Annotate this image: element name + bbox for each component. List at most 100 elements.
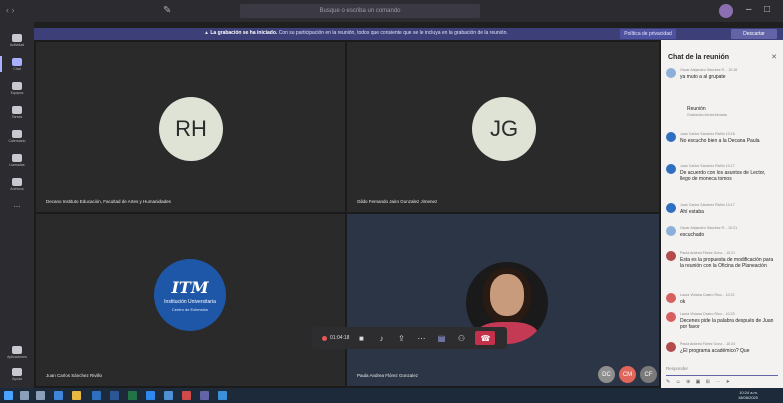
outlook-icon[interactable]	[146, 391, 155, 400]
more-actions-button[interactable]: ⋯	[413, 331, 429, 345]
video-face	[490, 274, 524, 316]
chat-title: Chat de la reunión	[668, 54, 730, 61]
avatar	[666, 164, 676, 174]
video-grid: RH Decano Instituto Educación, Facultad …	[34, 40, 661, 388]
apps-icon	[12, 345, 22, 354]
participant-tile[interactable]: JG Gildo Fernando Jairo Gonzalez Jimenez	[347, 42, 659, 212]
search-input[interactable]: Busque o escriba un comando	[240, 4, 480, 18]
participant-tile[interactable]: ITM Institución Universitaria Centro de …	[36, 214, 345, 386]
chat-compose-input[interactable]: Responder	[666, 366, 778, 376]
search-icon[interactable]	[20, 391, 29, 400]
word-icon[interactable]	[110, 391, 119, 400]
event-title: Reunión	[687, 106, 706, 112]
message-meta: Paula Andrea Flórez Gonz... 10:21	[680, 251, 736, 255]
rail-item-teams[interactable]: Equipos	[0, 76, 34, 100]
windows-start-icon[interactable]	[4, 391, 13, 400]
teams-icon	[12, 81, 22, 90]
rail-item-calendar[interactable]: Calendario	[0, 124, 34, 148]
participant-initials: RH	[159, 97, 223, 161]
minimize-icon[interactable]: –	[746, 4, 752, 15]
more-icon: ...	[13, 200, 21, 209]
message-text: Decenes pide la palabra después de Juan …	[680, 318, 774, 330]
participants-button[interactable]: ⚇	[453, 331, 469, 345]
participant-name: Decano Instituto Educación, Facultad de …	[46, 199, 171, 204]
message-text: Ahí estaba	[680, 209, 704, 215]
message-meta: Juan Carlos Sánchez Rivillo 10:17	[680, 164, 735, 168]
participant-chip[interactable]: CF	[640, 366, 657, 383]
onedrive-icon[interactable]	[164, 391, 173, 400]
phone-icon	[12, 153, 22, 162]
chrome-icon[interactable]	[182, 391, 191, 400]
store-icon[interactable]	[92, 391, 101, 400]
recording-text: Con su participación en la reunión, todo…	[278, 30, 508, 36]
excel-icon[interactable]	[128, 391, 137, 400]
rail-item-apps[interactable]: Aplicaciones	[0, 340, 34, 364]
message-text: De acuerdo con los asuntos de Lector, ll…	[680, 170, 766, 182]
task-view-icon[interactable]	[36, 391, 45, 400]
message-text: escuchado	[680, 232, 705, 238]
participant-tile[interactable]: RH Decano Instituto Educación, Facultad …	[36, 42, 345, 212]
rail-item-assignments[interactable]: Tareas	[0, 100, 34, 124]
logo-line: Institución Universitaria	[164, 299, 216, 305]
participant-chip[interactable]: CM	[619, 366, 636, 383]
participant-name: Paula Andrea Flórez Gonzalez	[357, 373, 419, 378]
avatar	[666, 312, 676, 322]
recording-title: La grabación se ha iniciado.	[210, 30, 278, 36]
rail-item-calls[interactable]: Llamadas	[0, 148, 34, 172]
compose-icon[interactable]: ✎	[163, 5, 171, 16]
rail-item-more[interactable]: ...	[0, 192, 34, 216]
message-meta: Paula Andrea Flórez Gonz... 10:24	[680, 342, 736, 346]
participant-tile[interactable]: Paula Andrea Flórez Gonzalez	[347, 214, 659, 386]
calendar-icon	[12, 129, 22, 138]
participant-name: Gildo Fernando Jairo Gonzalez Jimenez	[357, 199, 438, 204]
rail-item-chat[interactable]: Chat	[0, 52, 34, 76]
edge-icon[interactable]	[54, 391, 63, 400]
message-meta: Juan Carlos Sánchez Rivillo 10:17	[680, 203, 735, 207]
explorer-icon[interactable]	[72, 391, 81, 400]
recording-banner: ▲ La grabación se ha iniciado. Con su pa…	[34, 28, 783, 40]
assignments-icon	[12, 105, 22, 114]
message-meta: Juan Carlos Sánchez Rivillo 10:16	[680, 132, 735, 136]
message-text: Esta es la propuesta de modificación par…	[680, 257, 774, 269]
rail-item-help[interactable]: Ayuda	[0, 362, 34, 386]
message-text: ya muto a al grupate	[680, 74, 726, 80]
participant-chip[interactable]: DC	[598, 366, 615, 383]
chat-event: Reunión Grabación inicial iniciada	[687, 106, 775, 117]
avatar	[666, 68, 676, 78]
dismiss-button[interactable]: Descartar	[731, 29, 777, 39]
profile-avatar[interactable]	[719, 4, 733, 18]
app-icon[interactable]	[218, 391, 227, 400]
privacy-policy-button[interactable]: Política de privacidad	[620, 29, 676, 39]
share-screen-button[interactable]: ⇪	[393, 331, 409, 345]
camera-button[interactable]: ■	[353, 331, 369, 345]
avatar	[666, 226, 676, 236]
close-icon[interactable]: ✕	[771, 53, 777, 61]
call-controls: 01:04:18 ■ ♪ ⇪ ⋯ ▤ ⚇ ☎	[312, 327, 507, 349]
avatar	[666, 132, 676, 142]
hang-up-button[interactable]: ☎	[475, 331, 496, 345]
avatar	[666, 342, 676, 352]
chat-icon	[12, 57, 22, 66]
recording-message: ▲ La grabación se ha iniciado. Con su pa…	[204, 30, 508, 36]
message-text: No escucho bien a la Decana Paula	[680, 138, 760, 144]
compose-toolbar[interactable]: ✎ ☺ ⊕ ▣ ⊞ ⋯ ➤	[666, 379, 732, 385]
rail-item-activity[interactable]: Actividad	[0, 28, 34, 52]
message-text: ok	[680, 299, 686, 305]
files-icon	[12, 177, 22, 186]
mic-button[interactable]: ♪	[373, 331, 389, 345]
maximize-icon[interactable]: □	[764, 4, 770, 15]
avatar	[666, 203, 676, 213]
clock[interactable]: 10:24 a.m. 18/08/2020	[712, 390, 758, 400]
institution-logo: ITM Institución Universitaria Centro de …	[154, 259, 226, 331]
recording-dot-icon	[322, 335, 327, 341]
chat-toggle-button[interactable]: ▤	[433, 331, 449, 345]
logo-mark: ITM	[171, 278, 209, 297]
teams-taskbar-icon[interactable]	[200, 391, 209, 400]
logo-line: Centro de Extensión	[171, 307, 209, 312]
back-forward-icon[interactable]: ‹ ›	[6, 5, 15, 15]
participant-name: Juan Carlos Sánchez Rivillo	[46, 373, 103, 378]
taskbar: 10:24 a.m. 18/08/2020	[0, 388, 783, 403]
message-meta: Laura Viviana Castro Rico... 10:23	[680, 312, 735, 316]
bell-icon	[12, 33, 22, 42]
message-meta: Oscar Alejandro Sánchez R... 10:21	[680, 226, 738, 230]
